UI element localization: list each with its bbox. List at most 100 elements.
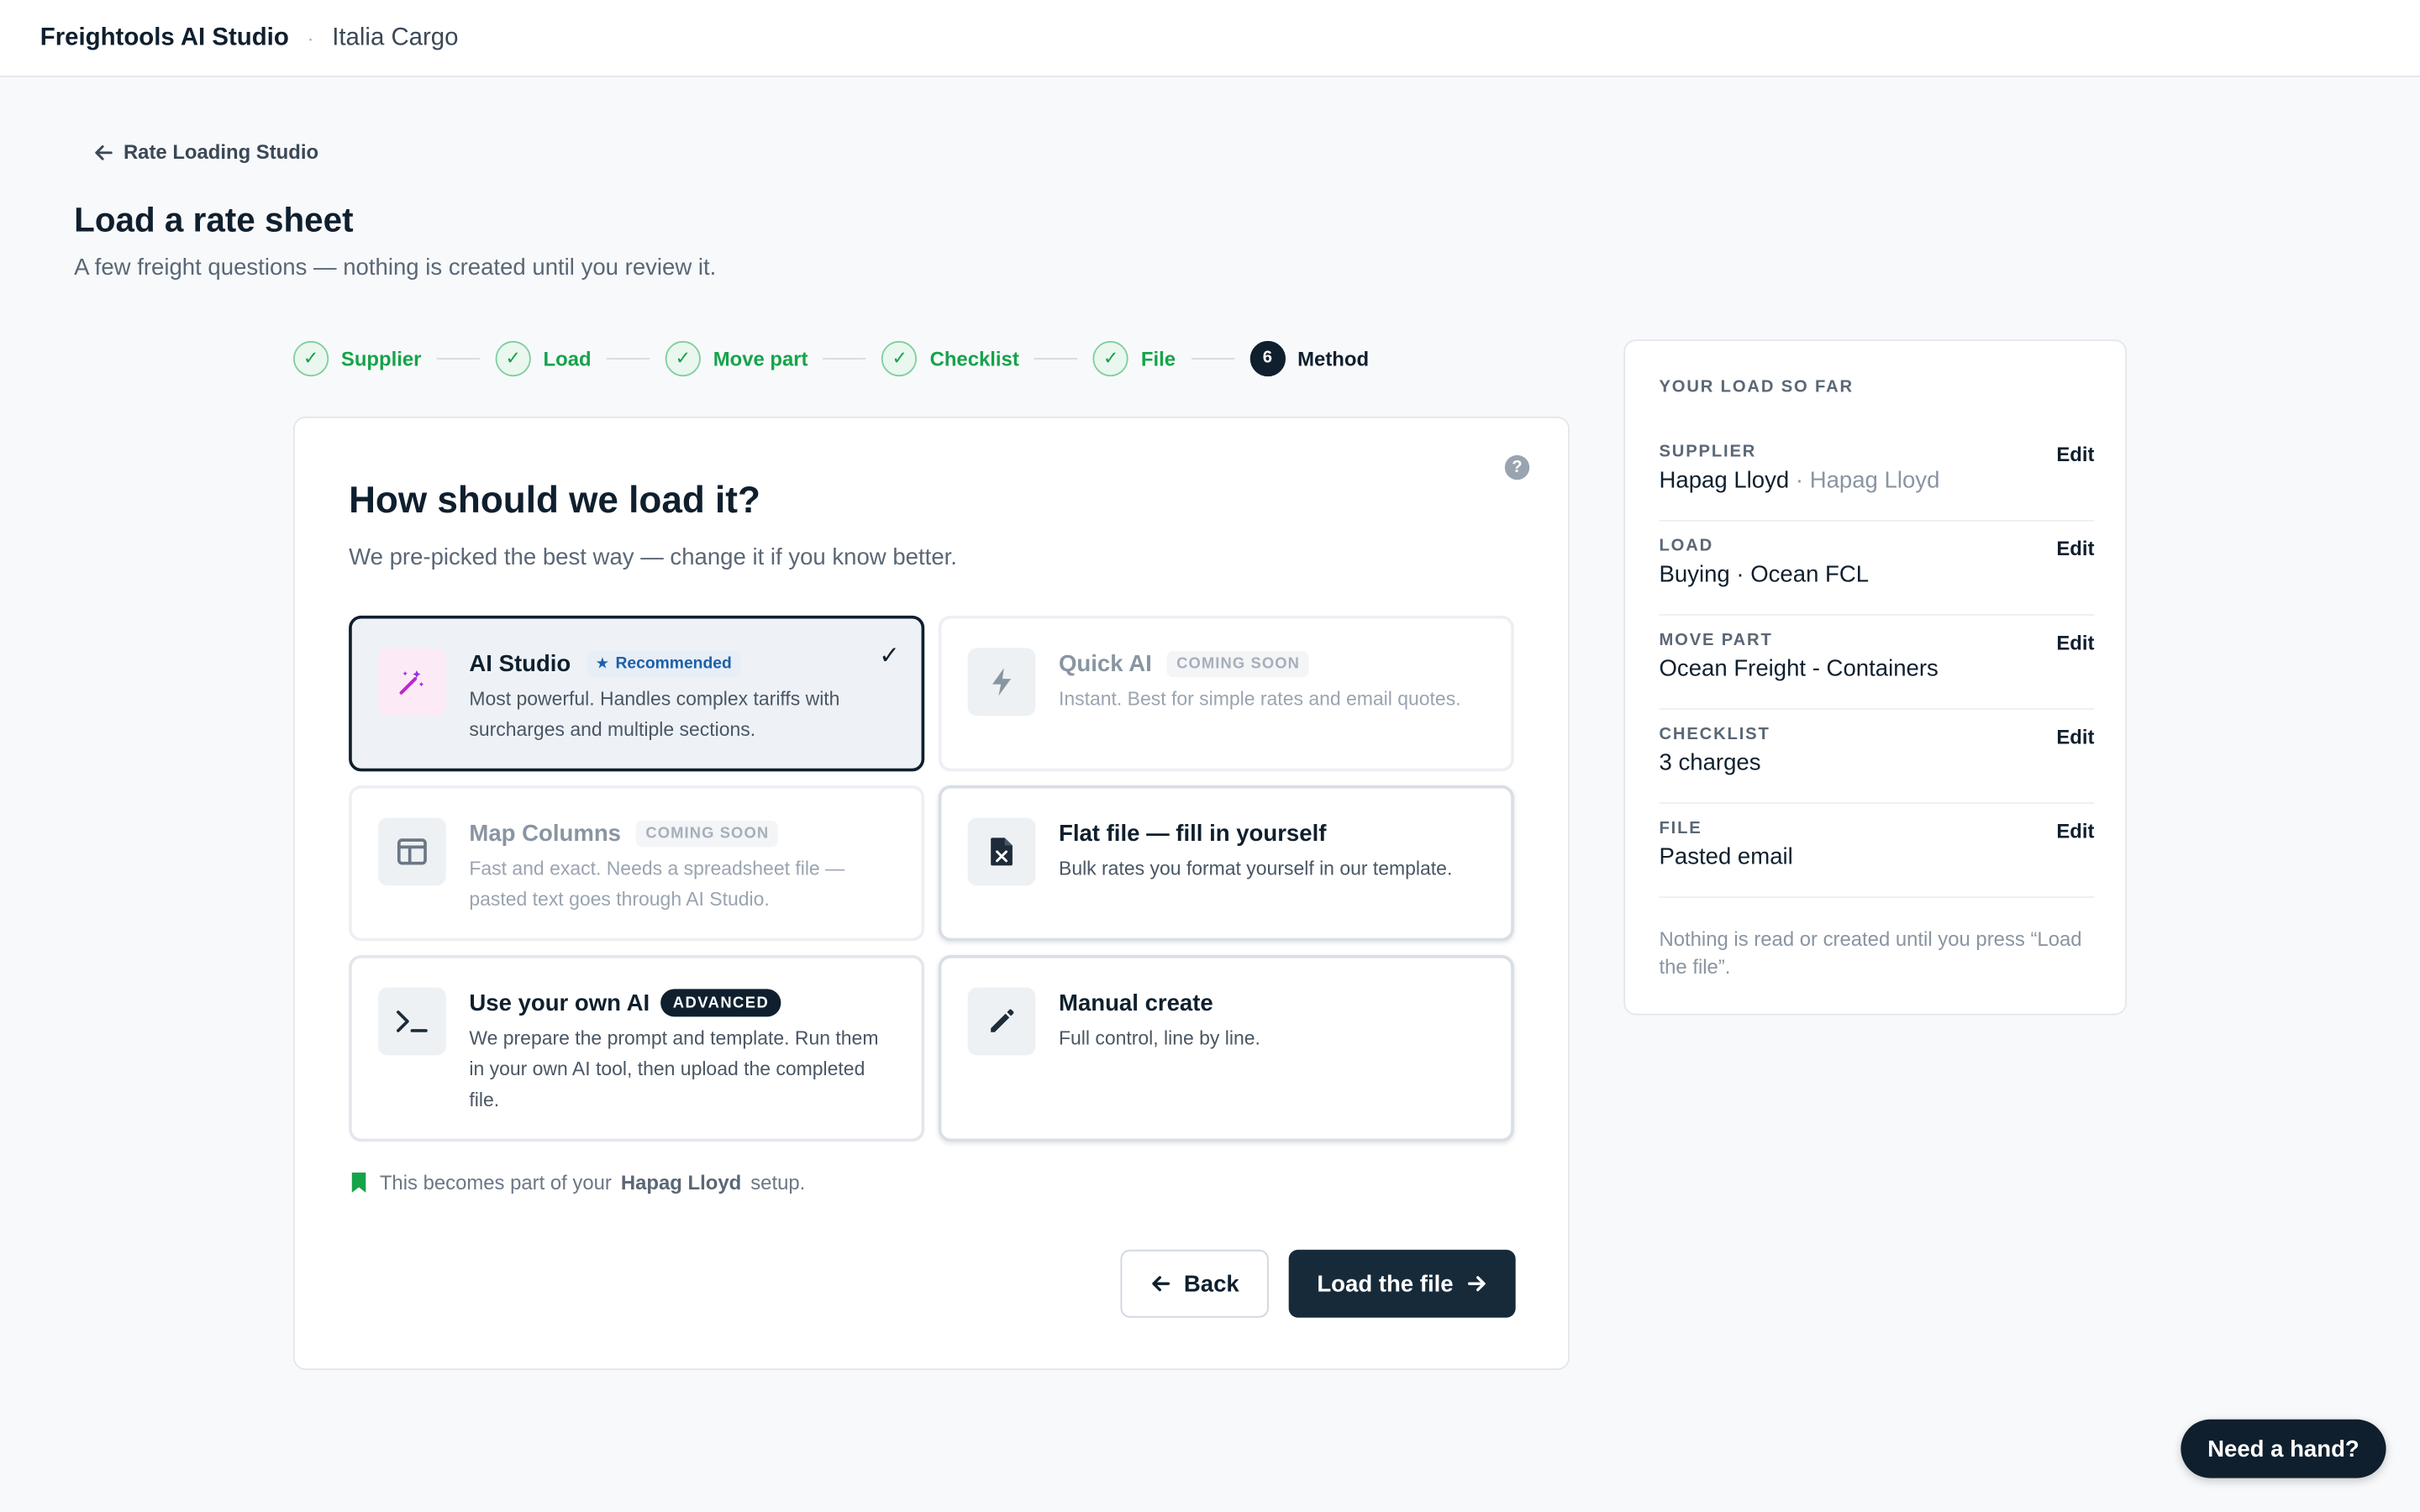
option-map-columns: Map Columns COMING SOON Fast and exact. … bbox=[349, 785, 925, 942]
edit-file-link[interactable]: Edit bbox=[2056, 819, 2094, 843]
badge-label: Recommended bbox=[615, 654, 732, 673]
option-flat-file[interactable]: Flat file — fill in yourself Bulk rates … bbox=[938, 785, 1514, 942]
arrow-right-icon bbox=[1467, 1276, 1486, 1292]
supplier-value: Hapag Lloyd bbox=[1659, 467, 1790, 494]
summary-value: Buying · Ocean FCL bbox=[1659, 561, 1870, 588]
help-icon[interactable]: ? bbox=[1504, 454, 1530, 480]
card-subtitle: We pre-picked the best way — change it i… bbox=[349, 544, 957, 571]
back-button-label: Back bbox=[1183, 1270, 1239, 1297]
option-description: Full control, line by line. bbox=[1059, 1027, 1260, 1049]
step-connector bbox=[436, 357, 481, 360]
load-button-label: Load the file bbox=[1317, 1270, 1454, 1297]
option-name: Manual create bbox=[1059, 990, 1213, 1016]
step-label: Checklist bbox=[929, 346, 1019, 370]
terminal-icon bbox=[378, 987, 446, 1056]
coming-soon-badge: COMING SOON bbox=[1167, 650, 1309, 677]
step-label: File bbox=[1140, 346, 1176, 370]
edit-supplier-link[interactable]: Edit bbox=[2056, 443, 2094, 466]
summary-label: LOAD bbox=[1659, 537, 1714, 556]
step-connector bbox=[606, 357, 650, 360]
columns-icon bbox=[378, 817, 446, 886]
option-name: Use your own AI bbox=[469, 990, 650, 1016]
top-bar: Freightools AI Studio · Italia Cargo bbox=[0, 0, 2420, 77]
coming-soon-badge: COMING SOON bbox=[636, 820, 779, 847]
note-text-before: This becomes part of your bbox=[379, 1171, 612, 1194]
magic-wand-icon bbox=[378, 648, 446, 717]
summary-label: SUPPLIER bbox=[1659, 443, 1757, 462]
arrow-left-icon bbox=[1152, 1276, 1171, 1292]
selected-check-icon: ✓ bbox=[879, 643, 900, 670]
wizard-stepper: ✓ Supplier ✓ Load ✓ Move part ✓ Checklis… bbox=[292, 339, 1370, 376]
back-button[interactable]: Back bbox=[1120, 1249, 1269, 1318]
summary-footer-note: Nothing is read or created until you pre… bbox=[1659, 927, 2082, 979]
supplier-alias: · Hapag Lloyd bbox=[1795, 467, 1940, 494]
summary-row-checklist: CHECKLIST 3 charges Edit bbox=[1659, 710, 2095, 804]
step-label: Supplier bbox=[340, 346, 422, 370]
step-label: Move part bbox=[713, 346, 808, 370]
setup-note: This becomes part of your Hapag Lloyd se… bbox=[350, 1171, 805, 1194]
step-label: Load bbox=[543, 346, 592, 370]
back-link-label: Rate Loading Studio bbox=[123, 140, 319, 164]
brand-separator: · bbox=[307, 27, 314, 49]
summary-value: Pasted email bbox=[1659, 843, 1793, 870]
option-name: Map Columns bbox=[469, 820, 621, 847]
edit-move-part-link[interactable]: Edit bbox=[2056, 631, 2094, 654]
check-icon: ✓ bbox=[495, 340, 531, 376]
summary-row-file: FILE Pasted email Edit bbox=[1659, 804, 2095, 898]
option-name: Quick AI bbox=[1059, 650, 1152, 677]
step-supplier[interactable]: ✓ Supplier bbox=[292, 340, 422, 376]
summary-label: FILE bbox=[1659, 819, 1702, 838]
note-supplier: Hapag Lloyd bbox=[620, 1171, 742, 1194]
load-summary-panel: YOUR LOAD SO FAR SUPPLIER Hapag Lloyd · … bbox=[1623, 339, 2128, 1016]
step-label: Method bbox=[1297, 346, 1370, 370]
brand-name[interactable]: Freightools AI Studio bbox=[40, 24, 289, 51]
option-own-ai[interactable]: Use your own AI ADVANCED We prepare the … bbox=[349, 954, 925, 1142]
option-description: We prepare the prompt and template. Run … bbox=[469, 1027, 879, 1111]
check-icon: ✓ bbox=[292, 340, 329, 376]
page-title: Load a rate sheet bbox=[74, 200, 354, 239]
step-connector bbox=[823, 357, 867, 360]
bookmark-icon bbox=[351, 1172, 366, 1193]
recommended-badge: ★ Recommended bbox=[586, 650, 741, 677]
step-connector bbox=[1034, 357, 1078, 360]
summary-label: CHECKLIST bbox=[1659, 725, 1770, 744]
option-description: Fast and exact. Needs a spreadsheet file… bbox=[469, 858, 845, 911]
option-description: Most powerful. Handles complex tariffs w… bbox=[469, 688, 840, 741]
step-move-part[interactable]: ✓ Move part bbox=[665, 340, 808, 376]
check-icon: ✓ bbox=[881, 340, 918, 376]
back-to-rate-loading-link[interactable]: Rate Loading Studio bbox=[92, 140, 318, 164]
option-description: Bulk rates you format yourself in our te… bbox=[1059, 858, 1453, 879]
check-icon: ✓ bbox=[1092, 340, 1129, 376]
arrow-left-icon bbox=[95, 144, 113, 160]
need-a-hand-button[interactable]: Need a hand? bbox=[2181, 1419, 2386, 1478]
step-checklist[interactable]: ✓ Checklist bbox=[881, 340, 1019, 376]
excel-file-icon bbox=[967, 817, 1036, 886]
option-ai-studio[interactable]: AI Studio ★ Recommended Most powerful. Ha… bbox=[349, 615, 925, 772]
edit-load-link[interactable]: Edit bbox=[2056, 537, 2094, 560]
summary-row-supplier: SUPPLIER Hapag Lloyd · Hapag Lloyd Edit bbox=[1659, 428, 2095, 522]
org-name[interactable]: Italia Cargo bbox=[332, 24, 458, 51]
option-quick-ai: Quick AI COMING SOON Instant. Best for s… bbox=[938, 615, 1514, 772]
step-load[interactable]: ✓ Load bbox=[495, 340, 592, 376]
summary-value: Ocean Freight - Containers bbox=[1659, 655, 1939, 682]
advanced-badge: ADVANCED bbox=[660, 989, 781, 1017]
summary-heading: YOUR LOAD SO FAR bbox=[1659, 378, 1854, 397]
star-icon: ★ bbox=[595, 654, 610, 672]
page-subtitle: A few freight questions — nothing is cre… bbox=[74, 255, 717, 281]
summary-value: Hapag Lloyd · Hapag Lloyd bbox=[1659, 468, 1939, 494]
edit-checklist-link[interactable]: Edit bbox=[2056, 725, 2094, 748]
load-file-button[interactable]: Load the file bbox=[1288, 1249, 1516, 1318]
step-connector bbox=[1191, 357, 1234, 360]
option-name: AI Studio bbox=[469, 650, 571, 677]
option-manual-create[interactable]: Manual create Full control, line by line… bbox=[938, 954, 1514, 1142]
step-file[interactable]: ✓ File bbox=[1092, 340, 1176, 376]
summary-row-move-part: MOVE PART Ocean Freight - Containers Edi… bbox=[1659, 616, 2095, 710]
option-name: Flat file — fill in yourself bbox=[1059, 820, 1327, 847]
lightning-icon bbox=[967, 648, 1036, 717]
card-title: How should we load it? bbox=[349, 480, 760, 522]
summary-row-load: LOAD Buying · Ocean FCL Edit bbox=[1659, 522, 2095, 616]
method-card: ? How should we load it? We pre-picked t… bbox=[292, 416, 1570, 1371]
note-text-after: setup. bbox=[750, 1171, 806, 1194]
step-number-badge: 6 bbox=[1249, 340, 1286, 376]
summary-value: 3 charges bbox=[1659, 749, 1761, 776]
